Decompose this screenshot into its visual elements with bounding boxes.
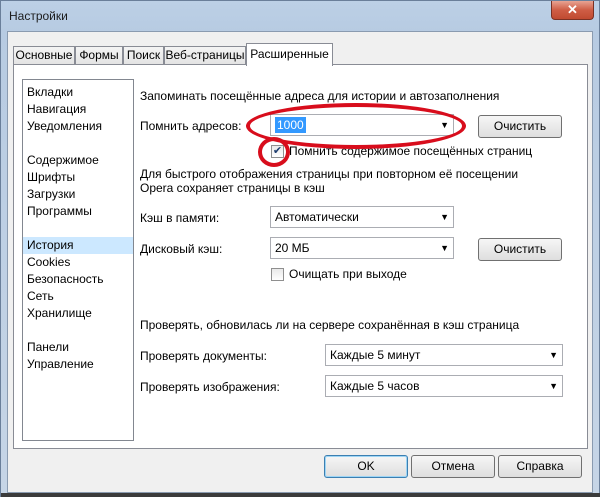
title-bar: Настройки ✕ [1,1,600,31]
check-section-title: Проверять, обновилась ли на сервере сохр… [140,318,520,332]
sidebar-item-tabs[interactable]: Вкладки [23,84,133,101]
tab-search[interactable]: Поиск [123,46,164,65]
dialog-body: Основные Формы Поиск Веб-страницы Расшир… [7,31,593,493]
memory-cache-combo[interactable]: Автоматически ▼ [270,206,454,228]
sidebar-item-downloads[interactable]: Загрузки [23,186,133,203]
memory-cache-label: Кэш в памяти: [140,211,220,225]
sidebar-item-notifications[interactable]: Уведомления [23,118,133,135]
clear-cache-button[interactable]: Очистить [478,238,562,261]
check-images-label: Проверять изображения: [140,380,280,394]
clear-history-button[interactable]: Очистить [478,115,562,138]
history-section-title: Запоминать посещённые адреса для истории… [140,89,500,103]
sidebar-item-management[interactable]: Управление [23,356,133,373]
tab-webpages[interactable]: Веб-страницы [164,46,246,65]
sidebar-item-cookies[interactable]: Cookies [23,254,133,271]
close-button[interactable]: ✕ [551,1,594,20]
window-title: Настройки [9,9,68,23]
chevron-down-icon: ▼ [549,350,558,360]
disk-cache-value: 20 МБ [275,241,310,255]
sidebar-item-navigation[interactable]: Навигация [23,101,133,118]
sidebar-item-network[interactable]: Сеть [23,288,133,305]
tab-advanced[interactable]: Расширенные [246,43,333,66]
sidebar-item-programs[interactable]: Программы [23,203,133,220]
sidebar-item-fonts[interactable]: Шрифты [23,169,133,186]
check-images-combo[interactable]: Каждые 5 часов ▼ [325,375,563,397]
tab-forms[interactable]: Формы [75,46,123,65]
chevron-down-icon: ▼ [440,212,449,222]
check-documents-label: Проверять документы: [140,349,267,363]
check-documents-combo[interactable]: Каждые 5 минут ▼ [325,344,563,366]
check-images-value: Каждые 5 часов [330,379,420,393]
chevron-down-icon: ▼ [440,243,449,253]
settings-window: Настройки ✕ Основные Формы Поиск Веб-стр… [0,0,600,497]
sidebar-item-history[interactable]: История [23,237,133,254]
background-strip [1,493,600,497]
ok-button[interactable]: OK [324,455,408,478]
clear-on-exit-label: Очищать при выходе [289,267,407,281]
cache-description-line1: Для быстрого отображения страницы при по… [140,167,519,181]
help-button[interactable]: Справка [498,455,582,478]
tab-panel: Вкладки Навигация Уведомления Содержимое… [13,64,588,449]
sidebar-item-content[interactable]: Содержимое [23,152,133,169]
category-list: Вкладки Навигация Уведомления Содержимое… [22,79,134,441]
clear-on-exit-checkbox[interactable] [271,268,284,281]
sidebar-item-storage[interactable]: Хранилище [23,305,133,322]
cache-description-line2: Opera сохраняет страницы в кэш [140,181,325,195]
disk-cache-combo[interactable]: 20 МБ ▼ [270,237,454,259]
sidebar-item-security[interactable]: Безопасность [23,271,133,288]
remember-addresses-label: Помнить адресов: [140,119,242,133]
disk-cache-label: Дисковый кэш: [140,242,223,256]
memory-cache-value: Автоматически [275,210,359,224]
check-documents-value: Каждые 5 минут [330,348,421,362]
annotation-circle [258,137,290,167]
chevron-down-icon: ▼ [549,381,558,391]
tab-basic[interactable]: Основные [13,46,75,65]
cancel-button[interactable]: Отмена [411,455,495,478]
sidebar-item-panels[interactable]: Панели [23,339,133,356]
